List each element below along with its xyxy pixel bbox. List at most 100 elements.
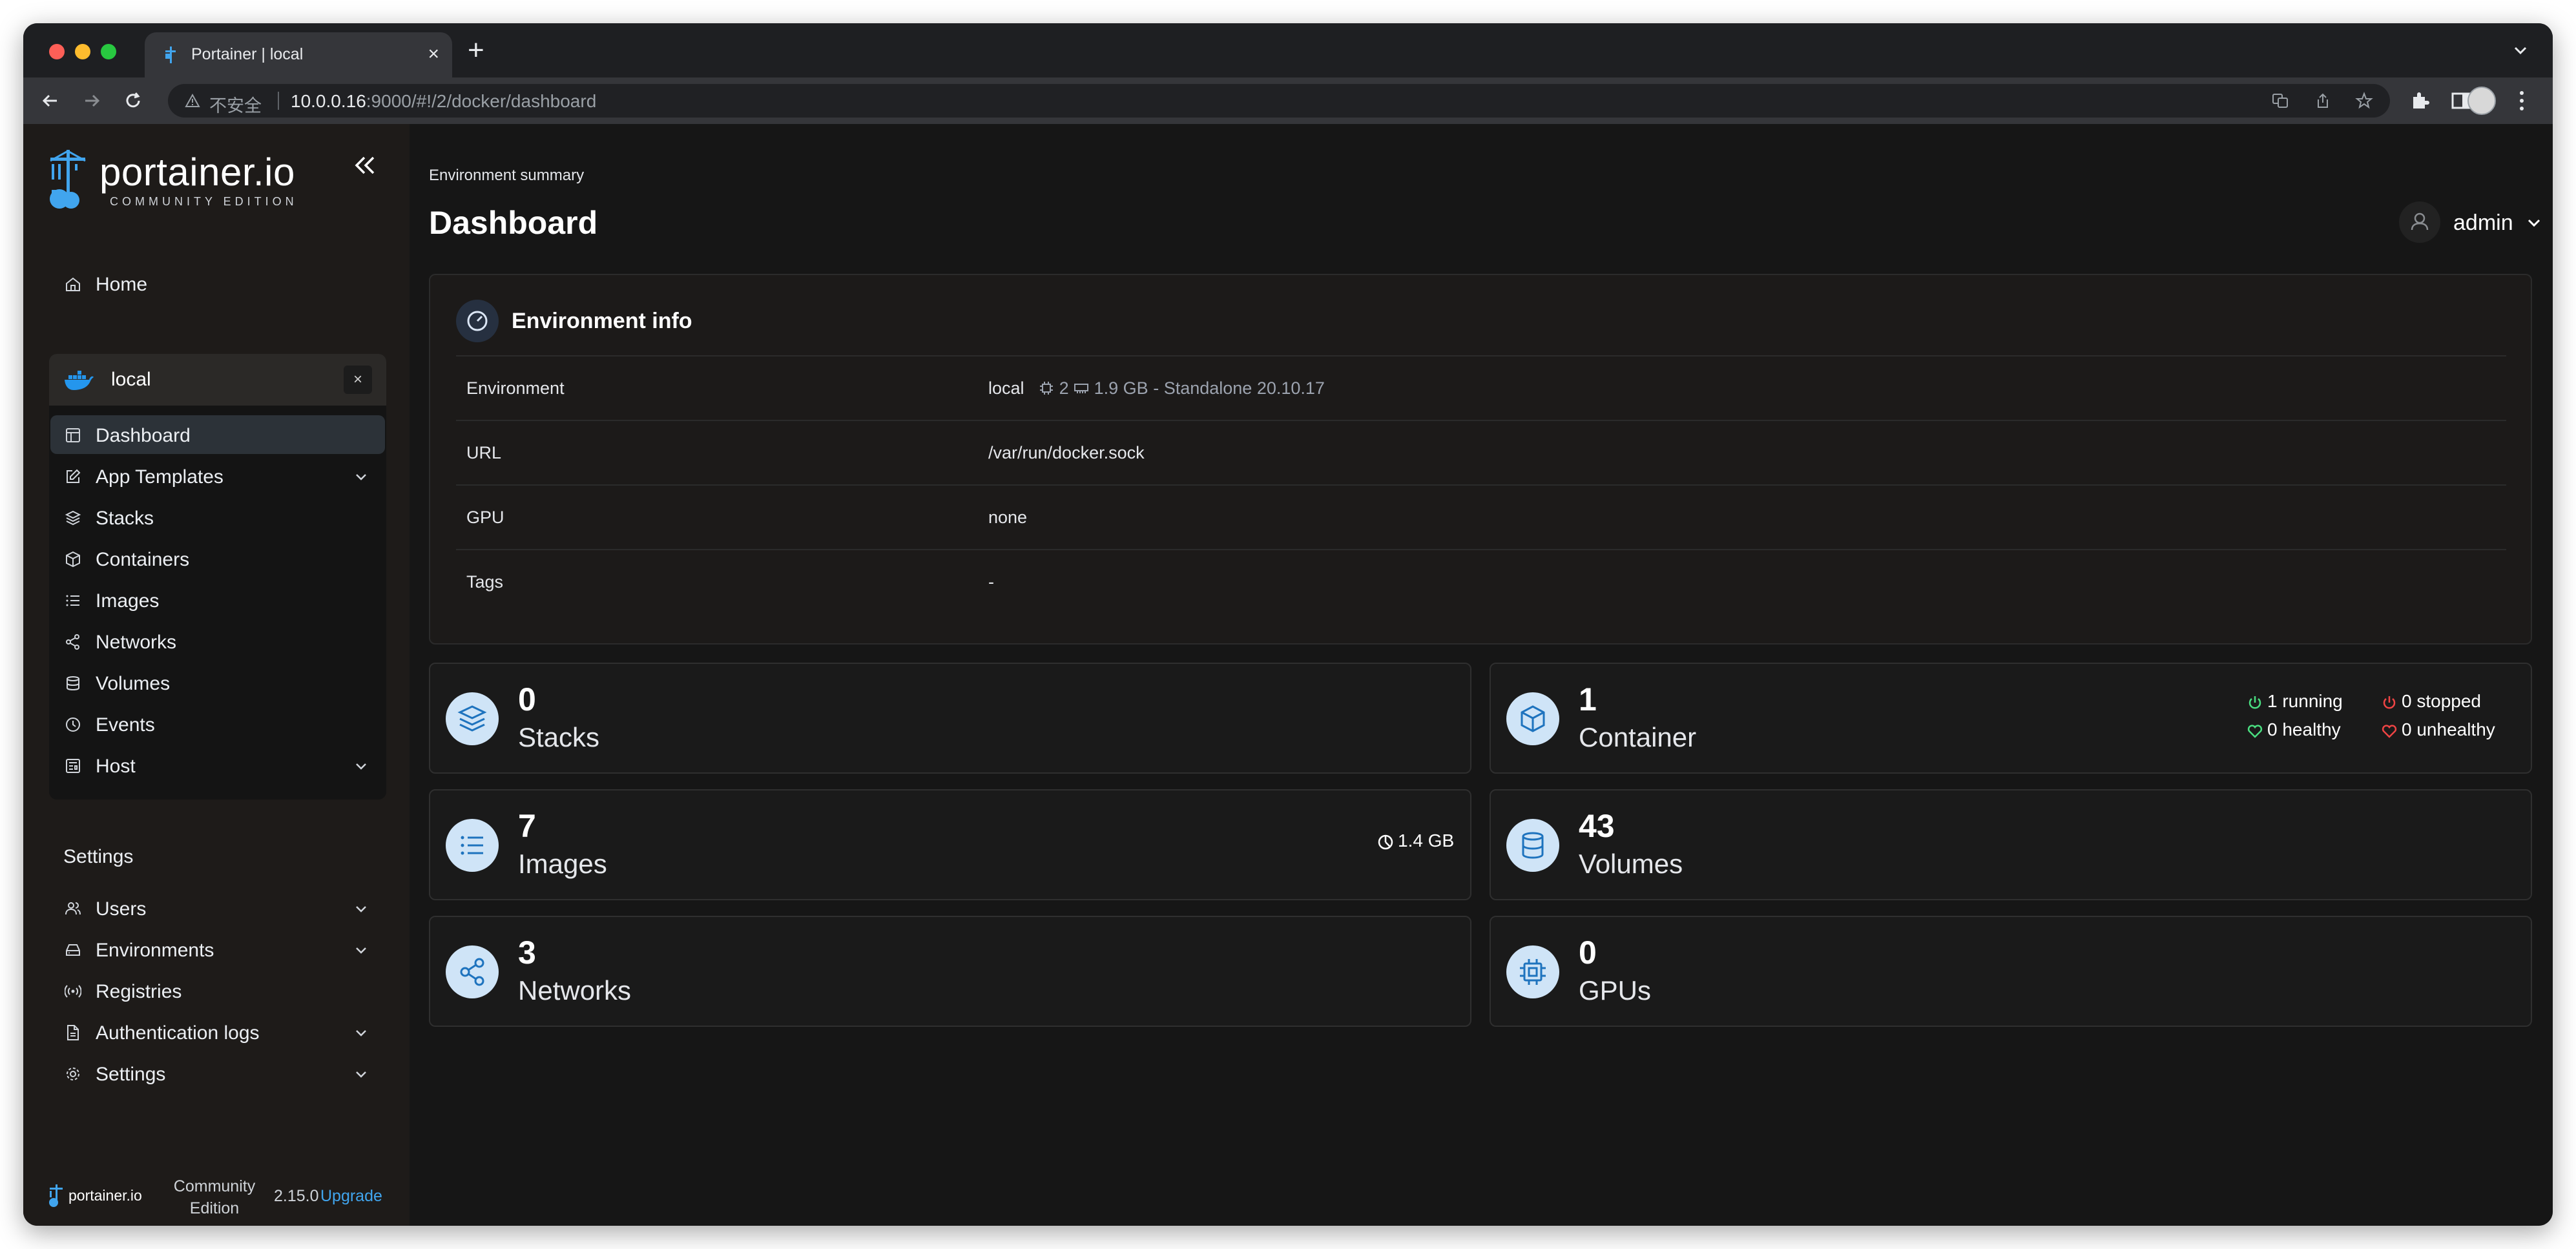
collapse-sidebar-icon[interactable] — [351, 151, 380, 180]
profile-avatar[interactable] — [2467, 87, 2496, 115]
sidebar-item-stacks[interactable]: Stacks — [50, 498, 385, 537]
sidebar-item-volumes[interactable]: Volumes — [50, 663, 385, 702]
tab-close-icon[interactable]: × — [428, 43, 439, 66]
list-icon — [461, 836, 483, 855]
stopped-count: 0 stopped — [2402, 691, 2481, 711]
images-size: 1.4 GB — [1377, 831, 1454, 851]
box-icon — [66, 551, 80, 568]
browser-menu-icon[interactable] — [2518, 89, 2526, 112]
user-name: admin — [2453, 211, 2513, 235]
sidebar-item-networks[interactable]: Networks — [50, 622, 385, 661]
sidebar-item-dashboard[interactable]: Dashboard — [50, 415, 385, 454]
browser-tab[interactable]: Portainer | local × — [145, 32, 452, 77]
images-size-value: 1.4 GB — [1398, 831, 1455, 851]
sidebar-item-registries[interactable]: Registries — [50, 971, 385, 1010]
new-tab-button[interactable]: + — [468, 36, 484, 65]
sidebar-item-authentication-logs[interactable]: Authentication logs — [50, 1013, 385, 1051]
info-row-tags: Tags - — [456, 549, 2506, 614]
sidebar-item-settings[interactable]: Settings — [50, 1054, 385, 1093]
reload-icon[interactable] — [120, 88, 146, 114]
volumes-card[interactable]: 43 Volumes — [1490, 789, 2532, 900]
gauge-icon — [467, 311, 488, 331]
stacks-card[interactable]: 0 Stacks — [429, 663, 1471, 774]
chevron-down-icon[interactable] — [354, 759, 368, 773]
containers-card[interactable]: 1 Container 1 running 0 stopped 0 health… — [1490, 663, 2532, 774]
cpu-icon — [1040, 382, 1054, 395]
sidebar-item-label: Environments — [96, 940, 214, 961]
healthy-status: 0 healthy — [2247, 719, 2341, 740]
chevron-down-icon[interactable] — [354, 943, 368, 957]
upgrade-link[interactable]: Upgrade — [320, 1187, 382, 1206]
sidebar-item-home[interactable]: Home — [50, 264, 385, 303]
translate-icon[interactable] — [2271, 92, 2289, 110]
sidebar-item-host[interactable]: Host — [50, 746, 385, 785]
maximize-window-button[interactable] — [101, 44, 116, 59]
info-key: GPU — [466, 508, 504, 527]
volumes-label: Volumes — [1579, 849, 1683, 879]
chevron-down-icon — [2528, 219, 2540, 227]
unhealthy-status: 0 unhealthy — [2381, 719, 2495, 740]
address-bar[interactable]: 不安全 10.0.0.16:9000/#!/2/docker/dashboard — [168, 84, 2390, 118]
sidebar-item-images[interactable]: Images — [50, 581, 385, 619]
volumes-badge — [1506, 819, 1559, 872]
main-content: Environment summary Dashboard admin Envi… — [410, 124, 2553, 1226]
list-icon — [66, 595, 79, 606]
page-title: Dashboard — [429, 205, 598, 241]
info-row-url: URL /var/run/docker.sock — [456, 420, 2506, 484]
sidebar-item-environments[interactable]: Environments — [50, 930, 385, 969]
chevron-down-icon[interactable] — [354, 1026, 368, 1040]
info-key: Tags — [466, 572, 504, 592]
bookmark-star-icon[interactable] — [2355, 92, 2373, 110]
box-icon — [1521, 705, 1545, 732]
images-badge — [446, 819, 499, 872]
forward-arrow-icon[interactable] — [79, 88, 105, 114]
sidebar-item-label: Containers — [96, 549, 190, 570]
gpus-card[interactable]: 0 GPUs — [1490, 916, 2532, 1027]
images-count: 7 — [518, 808, 536, 844]
portainer-footer-logo-icon — [49, 1184, 63, 1207]
sidebar-item-label: Authentication logs — [96, 1022, 260, 1044]
chevron-down-icon[interactable] — [354, 1067, 368, 1081]
extensions-puzzle-icon[interactable] — [2408, 89, 2431, 112]
info-row-gpu: GPU none — [456, 484, 2506, 549]
images-card[interactable]: 7 Images 1.4 GB — [429, 789, 1471, 900]
tab-search-chevron-icon[interactable] — [2510, 40, 2531, 61]
users-icon — [65, 902, 81, 915]
warning-icon[interactable] — [185, 93, 200, 108]
close-window-button[interactable] — [49, 44, 65, 59]
gpus-label: GPUs — [1579, 975, 1652, 1006]
stacks-count: 0 — [518, 681, 536, 717]
pie-chart-icon — [1378, 834, 1393, 849]
networks-badge — [446, 945, 499, 998]
database-icon — [67, 676, 79, 691]
clear-environment-button[interactable]: × — [344, 366, 372, 394]
environment-name: local — [111, 369, 151, 390]
portainer-logo-icon[interactable] — [45, 150, 90, 212]
info-key: Environment — [466, 378, 565, 398]
running-status: 1 running — [2247, 691, 2343, 712]
heart-icon — [2247, 724, 2263, 738]
sidebar-item-users[interactable]: Users — [50, 889, 385, 927]
sidebar-item-events[interactable]: Events — [50, 705, 385, 743]
user-menu[interactable]: admin — [2399, 201, 2548, 243]
info-key: URL — [466, 443, 502, 462]
memory-size: 1.9 GB — [1094, 378, 1148, 398]
networks-card[interactable]: 3 Networks — [429, 916, 1471, 1027]
chevron-down-icon[interactable] — [354, 902, 368, 916]
settings-section-heading: Settings — [63, 846, 134, 867]
containers-label: Container — [1579, 722, 1697, 752]
logo-text: portainer.io — [99, 150, 295, 194]
chevron-down-icon[interactable] — [354, 470, 368, 484]
sidebar-item-containers[interactable]: Containers — [50, 539, 385, 578]
share-page-icon[interactable] — [2314, 92, 2332, 110]
sidebar-item-app-templates[interactable]: App Templates — [50, 457, 385, 495]
info-value: local 2 1.9 GB - Standalone 20.10.17 — [988, 378, 1325, 398]
sidebar-item-label: Home — [96, 274, 148, 295]
url-host: 10.0.0.16 — [291, 91, 366, 111]
info-value: none — [988, 508, 1028, 527]
dashboard-icon — [66, 428, 80, 442]
docker-whale-icon — [65, 371, 94, 390]
database-icon — [1522, 832, 1544, 859]
back-arrow-icon[interactable] — [37, 88, 63, 114]
minimize-window-button[interactable] — [75, 44, 90, 59]
